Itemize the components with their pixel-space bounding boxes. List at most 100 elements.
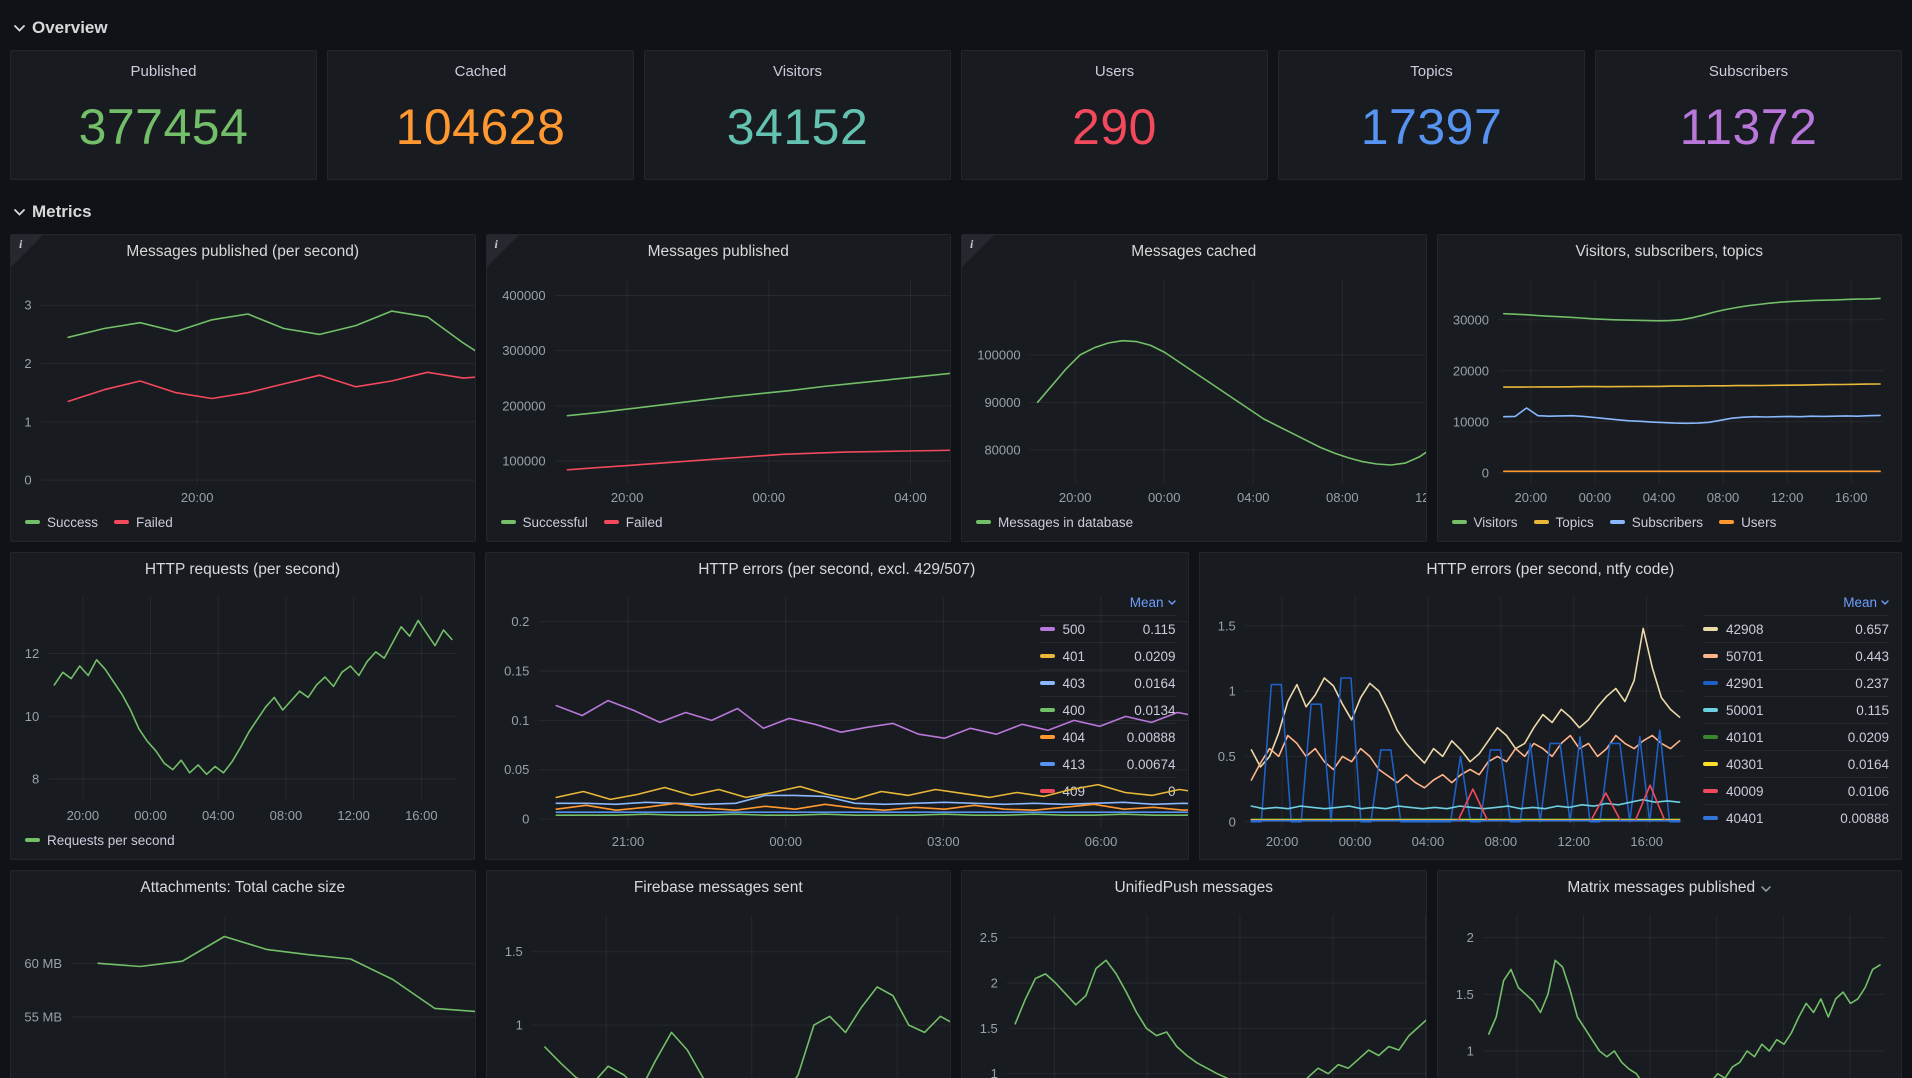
chart[interactable]: 8101220:0000:0004:0008:0012:0016:00 (19, 587, 466, 827)
panel-title[interactable]: HTTP errors (per second, excl. 429/507) (486, 553, 1188, 587)
section-header-overview[interactable]: Overview (10, 6, 1902, 50)
legend-item-messages-in-database[interactable]: Messages in database (976, 515, 1133, 530)
legend-mean-value: 0.115 (1856, 703, 1889, 718)
panel-title[interactable]: Messages cached (962, 235, 1426, 269)
legend-row-40009[interactable]: 400090.0106 (1703, 777, 1889, 804)
x-axis-label: 16:00 (1834, 490, 1867, 505)
chart-area[interactable]: 010000200003000020:0000:0004:0008:0012:0… (1446, 269, 1894, 509)
legend-label: Failed (626, 515, 663, 530)
stat-panel-visitors: Visitors34152 (644, 50, 951, 180)
chart[interactable]: 800009000010000020:0000:0004:0008:0012:0… (970, 269, 1427, 509)
legend-item-successful[interactable]: Successful (501, 515, 588, 530)
panel-title[interactable]: Messages published (487, 235, 951, 269)
stat-value: 11372 (1680, 74, 1818, 179)
chart[interactable]: 11.522.520:0000:0004:0008:0012:0016:00 (970, 905, 1427, 1078)
chart[interactable]: 10000020000030000040000020:0000:0004:000… (495, 269, 952, 509)
legend-label: 40301 (1726, 757, 1840, 772)
legend-label: Success (47, 515, 98, 530)
mean-sort-header[interactable]: Mean (1703, 589, 1889, 615)
panel-title[interactable]: Attachments: Total cache size (11, 871, 475, 905)
panel-http-requests-per-second: HTTP requests (per second)8101220:0000:0… (10, 552, 475, 860)
chart-col: 11.522.520:0000:0004:0008:0012:0016:00Me… (970, 905, 1418, 1078)
chart[interactable]: 0.511.520:0000:0004:0008:0012:0016:00 (495, 905, 952, 1078)
chart-area[interactable]: 8101220:0000:0004:0008:0012:0016:00 (19, 587, 466, 827)
panel-body: 11.5220:0000:0004:0008:0012:0016:00Messa… (1446, 905, 1894, 1078)
legend-row-40401[interactable]: 404010.00888 (1703, 804, 1889, 831)
chart-area[interactable]: 00.511.520:0000:0004:0008:0012:0016:00 (1208, 587, 1694, 853)
panel-title[interactable]: Firebase messages sent (487, 871, 951, 905)
chart-area[interactable]: 800009000010000020:0000:0004:0008:0012:0… (970, 269, 1418, 509)
legend-swatch (1703, 681, 1718, 685)
panel-messages-published-per-second: iMessages published (per second)012320:0… (10, 234, 476, 542)
chart[interactable]: 00.050.10.150.221:0000:0003:0006:0009:00… (494, 587, 1189, 853)
panel-attachments-total-cache-size: Attachments: Total cache size55 MB60 MB2… (10, 870, 476, 1078)
chart-col: 012320:0000:0004:0008:0012:0016:00 Succes… (19, 269, 467, 535)
legend: Messages in database (970, 509, 1418, 535)
legend: Requests per second (19, 827, 466, 853)
x-axis-label: 00:00 (1338, 834, 1371, 849)
legend-item-visitors[interactable]: Visitors (1452, 515, 1518, 530)
stat-panel-cached: Cached104628 (327, 50, 634, 180)
legend-row-50701[interactable]: 507010.443 (1703, 642, 1889, 669)
legend-item-success[interactable]: Success (25, 515, 98, 530)
legend-swatch (604, 520, 619, 524)
x-axis-label: 00:00 (769, 834, 802, 849)
legend-row-50001[interactable]: 50001 0.115 (1703, 696, 1889, 723)
panel-title[interactable]: Visitors, subscribers, topics (1438, 235, 1902, 269)
chart-area[interactable]: 00.050.10.150.221:0000:0003:0006:0009:00… (494, 587, 1030, 853)
y-axis-label: 1 (24, 414, 31, 429)
chart[interactable]: 012320:0000:0004:0008:0012:0016:00 (19, 269, 476, 509)
x-axis-label: 12:00 (337, 808, 370, 823)
legend-label: 50701 (1726, 649, 1847, 664)
y-axis-label: 1 (1228, 684, 1235, 699)
legend-item-users[interactable]: Users (1719, 515, 1776, 530)
legend-swatch (114, 520, 129, 524)
y-axis-label: 10000 (1452, 414, 1488, 429)
stat-value: 104628 (396, 74, 566, 179)
chart-col: 55 MB60 MB20:0000:0004:0008:0012:0016:00… (19, 905, 467, 1078)
y-axis-label: 1.5 (504, 944, 522, 959)
panel-title[interactable]: UnifiedPush messages (962, 871, 1426, 905)
legend-row-42908[interactable]: 429080.657 (1703, 615, 1889, 642)
legend-row-40101[interactable]: 401010.0209 (1703, 723, 1889, 750)
legend-swatch (976, 520, 991, 524)
x-axis-label: 00:00 (1148, 490, 1181, 505)
panel-body: 55 MB60 MB20:0000:0004:0008:0012:0016:00… (19, 905, 467, 1078)
chart[interactable]: 010000200003000020:0000:0004:0008:0012:0… (1446, 269, 1894, 509)
chart-area[interactable]: 55 MB60 MB20:0000:0004:0008:0012:0016:00 (19, 905, 467, 1078)
chart-area[interactable]: 11.5220:0000:0004:0008:0012:0016:00 (1446, 905, 1894, 1078)
series-success (68, 305, 475, 404)
legend-row-42901[interactable]: 429010.237 (1703, 669, 1889, 696)
panel-title[interactable]: HTTP errors (per second, ntfy code) (1200, 553, 1902, 587)
chevron-down-icon (1761, 886, 1771, 892)
panel-http-errors-per-second-ntfy-code: HTTP errors (per second, ntfy code)00.51… (1199, 552, 1903, 860)
y-axis-label: 12 (25, 646, 39, 661)
legend-item-subscribers[interactable]: Subscribers (1610, 515, 1703, 530)
chart-area[interactable]: 10000020000030000040000020:0000:0004:000… (495, 269, 943, 509)
series-failed (68, 372, 475, 465)
x-axis-label: 16:00 (1630, 834, 1663, 849)
panel-body: 010000200003000020:0000:0004:0008:0012:0… (1446, 269, 1894, 535)
section-header-metrics[interactable]: Metrics (10, 190, 1902, 234)
chart[interactable]: 55 MB60 MB20:0000:0004:0008:0012:0016:00 (19, 905, 476, 1078)
panel-row: iMessages published (per second)012320:0… (10, 234, 1902, 542)
panel-title[interactable]: Matrix messages published (1438, 871, 1902, 905)
chart[interactable]: 11.5220:0000:0004:0008:0012:0016:00 (1446, 905, 1894, 1078)
chart[interactable]: 00.511.520:0000:0004:0008:0012:0016:00 (1208, 587, 1694, 853)
legend-item-requests-per-second[interactable]: Requests per second (25, 833, 175, 848)
chart-area[interactable]: 11.522.520:0000:0004:0008:0012:0016:00 (970, 905, 1418, 1078)
legend-item-failed[interactable]: Failed (604, 515, 663, 530)
legend-item-failed[interactable]: Failed (114, 515, 173, 530)
series-403 (556, 795, 1188, 804)
legend-label: 50001 (1726, 703, 1848, 718)
legend-label: Messages in database (998, 515, 1133, 530)
legend-mean-value: 0.0164 (1848, 757, 1889, 772)
legend-row-40301[interactable]: 40301 0.0164 (1703, 750, 1889, 777)
legend-mean-value: 0.237 (1855, 676, 1889, 691)
legend-item-topics[interactable]: Topics (1534, 515, 1594, 530)
chart-area[interactable]: 0.511.520:0000:0004:0008:0012:0016:00 (495, 905, 943, 1078)
panel-title[interactable]: HTTP requests (per second) (11, 553, 474, 587)
chart-area[interactable]: 012320:0000:0004:0008:0012:0016:00 (19, 269, 467, 509)
panel-title[interactable]: Messages published (per second) (11, 235, 475, 269)
panel-title-text: UnifiedPush messages (1114, 879, 1273, 897)
